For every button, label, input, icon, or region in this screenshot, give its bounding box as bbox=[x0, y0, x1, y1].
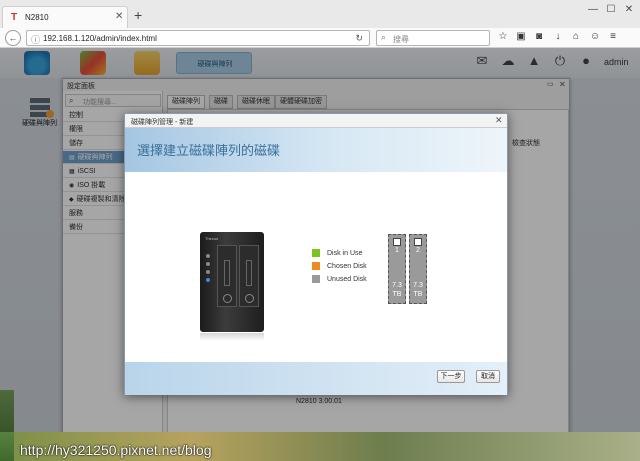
dialog-title-bar: 磁碟陣列管理 - 新建 ✕ bbox=[125, 114, 507, 128]
disk-2-capacity: 7.3 TB bbox=[410, 281, 426, 299]
bay-handle bbox=[223, 294, 232, 303]
dialog-title: 磁碟陣列管理 - 新建 bbox=[131, 119, 194, 126]
bookmark-star-icon[interactable]: ☆ bbox=[496, 31, 510, 42]
tab-title: N2810 bbox=[25, 13, 49, 22]
minimize-button[interactable]: — bbox=[584, 3, 602, 17]
legend-label-in-use: Disk in Use bbox=[327, 250, 363, 257]
disk-1-capacity: 7.3 TB bbox=[389, 281, 405, 299]
nas-reflection bbox=[200, 333, 264, 341]
address-bar[interactable]: ⓘ 192.168.1.120/admin/index.html ↻ bbox=[26, 30, 370, 46]
smiley-icon[interactable]: ☺ bbox=[588, 31, 602, 42]
download-icon[interactable]: ↓ bbox=[551, 31, 565, 42]
legend-label-unused: Unused Disk bbox=[327, 276, 367, 283]
status-led bbox=[206, 262, 210, 266]
home-icon[interactable]: ⌂ bbox=[569, 31, 583, 42]
info-icon[interactable]: ⓘ bbox=[31, 33, 40, 46]
cancel-button[interactable]: 取消 bbox=[476, 370, 500, 383]
watermark-text: http://hy321250.pixnet.net/blog bbox=[20, 442, 212, 458]
browser-tab-bar: T N2810 ✕ + — ☐ ✕ bbox=[0, 0, 640, 28]
legend-label-chosen: Chosen Disk bbox=[327, 263, 367, 270]
dialog-body: Thecus Disk in Use Chosen Disk Unused Di… bbox=[125, 172, 507, 362]
menu-icon[interactable]: ≡ bbox=[606, 31, 620, 42]
dialog-header: 選擇建立磁碟陣列的磁碟 bbox=[125, 128, 507, 172]
disk-2-checkbox[interactable] bbox=[414, 238, 422, 246]
bay-slot bbox=[224, 260, 230, 286]
drive-bay-2 bbox=[239, 245, 259, 307]
raid-create-dialog: 磁碟陣列管理 - 新建 ✕ 選擇建立磁碟陣列的磁碟 Thecus Disk in… bbox=[124, 113, 508, 395]
next-button[interactable]: 下一步 bbox=[437, 370, 465, 383]
close-window-button[interactable]: ✕ bbox=[620, 3, 638, 17]
maximize-button[interactable]: ☐ bbox=[602, 3, 620, 17]
tab-favicon-icon: T bbox=[11, 12, 18, 23]
bay-slot bbox=[246, 260, 252, 286]
bay-handle bbox=[245, 294, 254, 303]
legend-swatch-in-use bbox=[312, 249, 320, 257]
pocket-icon[interactable]: ◙ bbox=[532, 31, 546, 42]
clipboard-icon[interactable]: ▣ bbox=[514, 31, 528, 42]
back-button[interactable]: ← bbox=[5, 30, 21, 46]
dialog-footer: 下一步 取消 bbox=[125, 362, 507, 395]
browser-search-input[interactable]: ⌕ 搜尋 bbox=[376, 30, 490, 46]
status-led bbox=[206, 278, 210, 282]
status-led bbox=[206, 270, 210, 274]
legend-swatch-unused bbox=[312, 275, 320, 283]
nas-device-image: Thecus bbox=[200, 232, 264, 332]
legend-swatch-chosen bbox=[312, 262, 320, 270]
url-text[interactable]: 192.168.1.120/admin/index.html bbox=[43, 34, 157, 43]
drive-bay-1 bbox=[217, 245, 237, 307]
status-led bbox=[206, 254, 210, 258]
disk-1-unit: TB bbox=[392, 291, 402, 298]
disk-2-size: 7.3 bbox=[413, 282, 423, 289]
disk-2-unit: TB bbox=[413, 291, 423, 298]
disk-slot-2[interactable]: 2 7.3 TB bbox=[409, 234, 427, 304]
disk-1-checkbox[interactable] bbox=[393, 238, 401, 246]
disk-2-number: 2 bbox=[416, 247, 420, 254]
browser-tab[interactable]: T N2810 ✕ bbox=[2, 6, 128, 28]
browser-nav-bar: ← ⓘ 192.168.1.120/admin/index.html ↻ ⌕ 搜… bbox=[0, 28, 640, 48]
dialog-heading: 選擇建立磁碟陣列的磁碟 bbox=[137, 143, 281, 158]
new-tab-button[interactable]: + bbox=[134, 8, 142, 22]
tab-close-icon[interactable]: ✕ bbox=[115, 11, 123, 22]
reload-icon[interactable]: ↻ bbox=[355, 33, 363, 44]
search-icon: ⌕ bbox=[381, 32, 387, 42]
dialog-close-icon[interactable]: ✕ bbox=[495, 115, 503, 126]
search-placeholder: 搜尋 bbox=[393, 35, 409, 44]
nas-logo: Thecus bbox=[205, 236, 219, 241]
disk-slot-1[interactable]: 1 7.3 TB bbox=[388, 234, 406, 304]
disk-1-number: 1 bbox=[395, 247, 399, 254]
disk-1-size: 7.3 bbox=[392, 282, 402, 289]
